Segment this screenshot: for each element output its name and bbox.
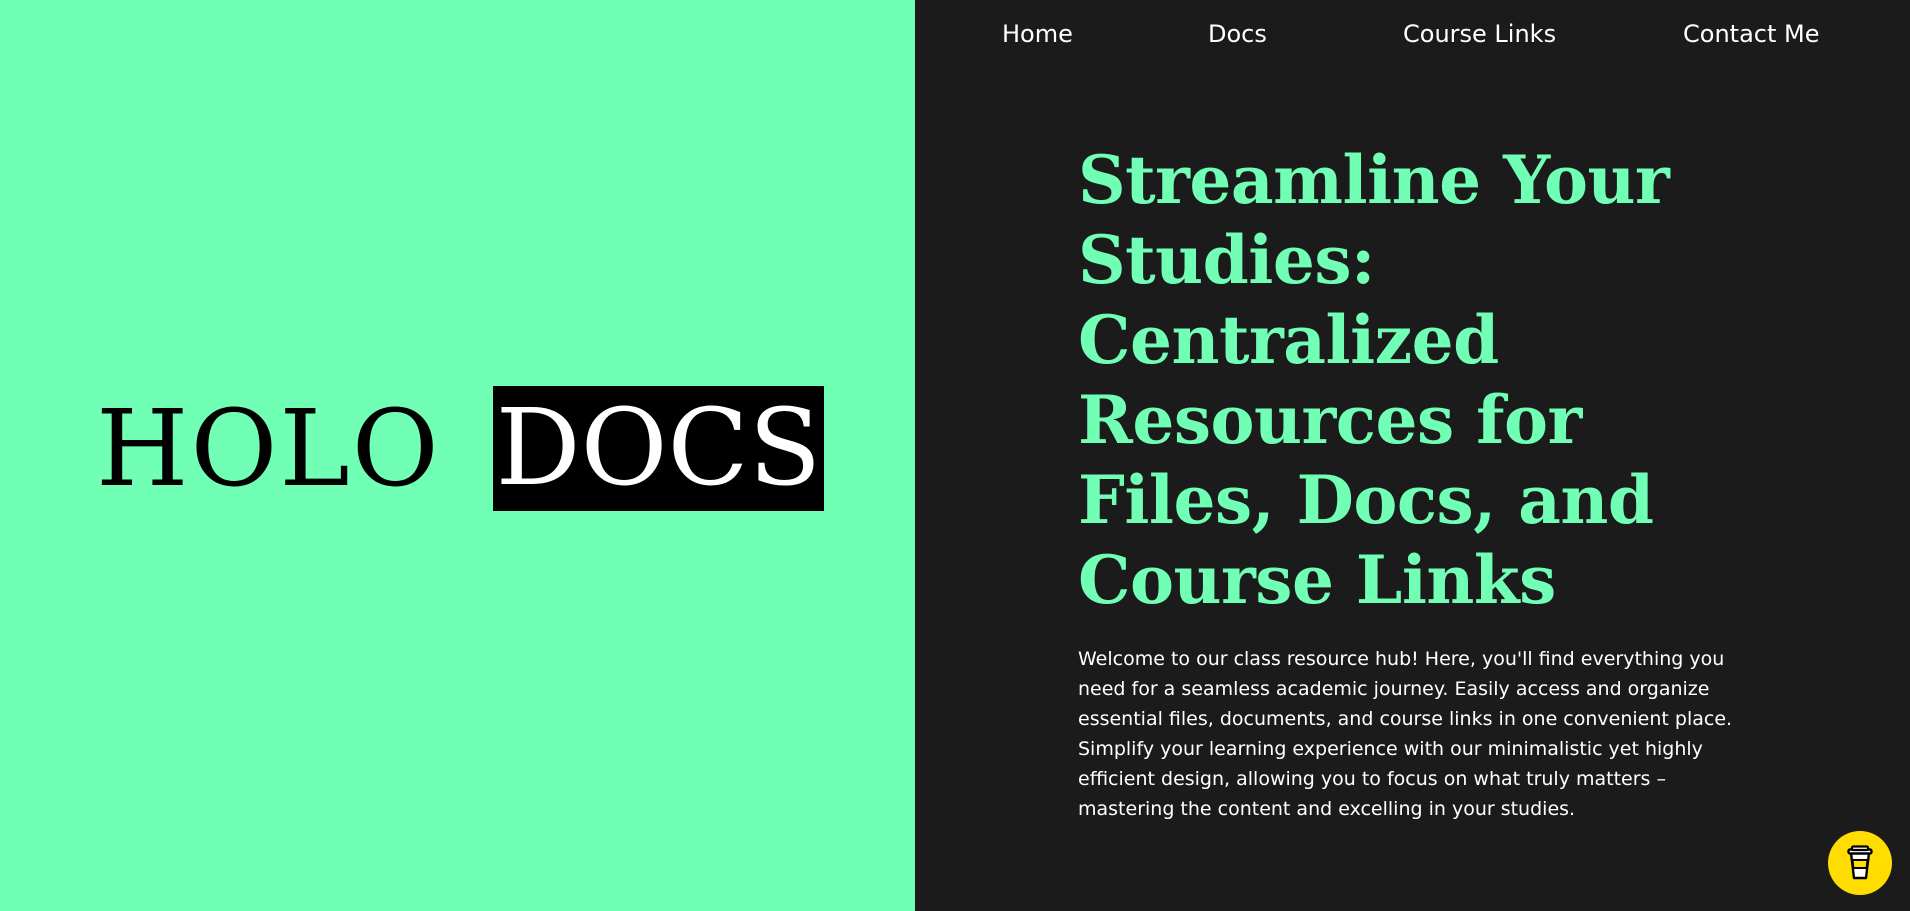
nav-home-link[interactable]: Home bbox=[1002, 17, 1073, 51]
nav-course-links-link[interactable]: Course Links bbox=[1403, 17, 1556, 51]
nav-contact-me-link[interactable]: Contact Me bbox=[1683, 17, 1819, 51]
buy-me-a-coffee-button[interactable] bbox=[1828, 831, 1892, 895]
hero-headline: Streamline Your Studies: Centralized Res… bbox=[1078, 141, 1670, 619]
logo-holo-text: HOLO bbox=[96, 386, 441, 510]
top-nav: Home Docs Course Links Contact Me bbox=[915, 17, 1910, 51]
coffee-cup-icon bbox=[1845, 845, 1875, 881]
nav-docs-link[interactable]: Docs bbox=[1208, 17, 1267, 51]
site-logo: HOLO DOCS bbox=[96, 386, 825, 511]
left-panel: HOLO DOCS bbox=[0, 0, 915, 911]
hero-intro-text: Welcome to our class resource hub! Here,… bbox=[1078, 648, 1733, 820]
logo-docs-text: DOCS bbox=[492, 386, 825, 511]
right-panel: Home Docs Course Links Contact Me Stream… bbox=[915, 0, 1910, 911]
